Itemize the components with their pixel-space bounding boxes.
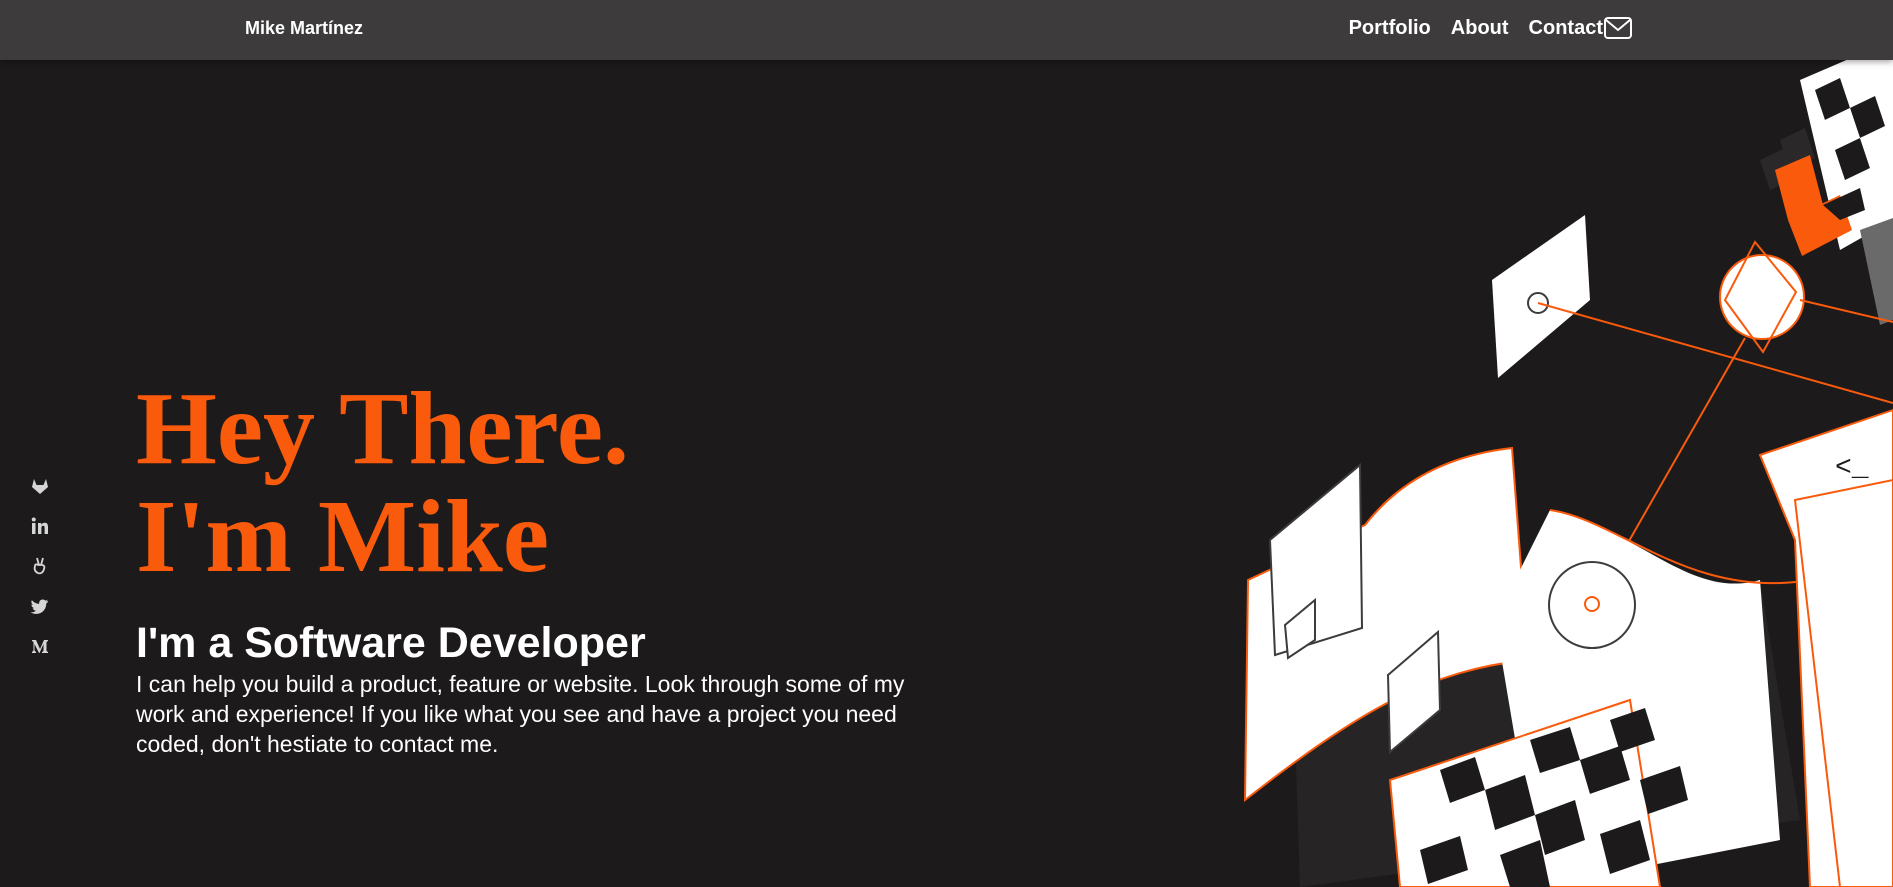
code-glyph: <_ [1835, 453, 1869, 484]
angellist-icon[interactable] [29, 555, 51, 577]
hero-description: I can help you build a product, feature … [136, 671, 905, 757]
node-circle-bottom [1548, 561, 1636, 649]
hero-illustration: <_ [1240, 60, 1893, 887]
brand-link[interactable]: Mike Martínez [245, 18, 363, 39]
gitlab-icon[interactable] [29, 475, 51, 497]
nav-portfolio-link[interactable]: Portfolio [1349, 17, 1431, 40]
headline-line-2: I'm Mike [136, 479, 550, 594]
nav-about-link[interactable]: About [1451, 17, 1509, 40]
hero-section: Hey There. I'm Mike I'm a Software Devel… [136, 375, 956, 759]
node-circle-top [1719, 240, 1805, 354]
floating-panel [1492, 215, 1590, 378]
role-title: I'm a Software Developer [136, 619, 646, 667]
social-links [28, 475, 52, 675]
twitter-icon[interactable] [29, 595, 51, 617]
top-navbar: Mike Martínez Portfolio About Contact [0, 0, 1893, 60]
medium-icon[interactable] [29, 635, 51, 657]
hero-headline: Hey There. I'm Mike [136, 375, 956, 591]
linkedin-icon[interactable] [29, 515, 51, 537]
nav-contact-link[interactable]: Contact [1529, 16, 1633, 40]
headline-line-1: Hey There. [136, 371, 629, 486]
nav-contact-label: Contact [1528, 16, 1603, 39]
nav-links: Portfolio About Contact [1329, 16, 1633, 40]
mail-icon [1603, 16, 1633, 40]
